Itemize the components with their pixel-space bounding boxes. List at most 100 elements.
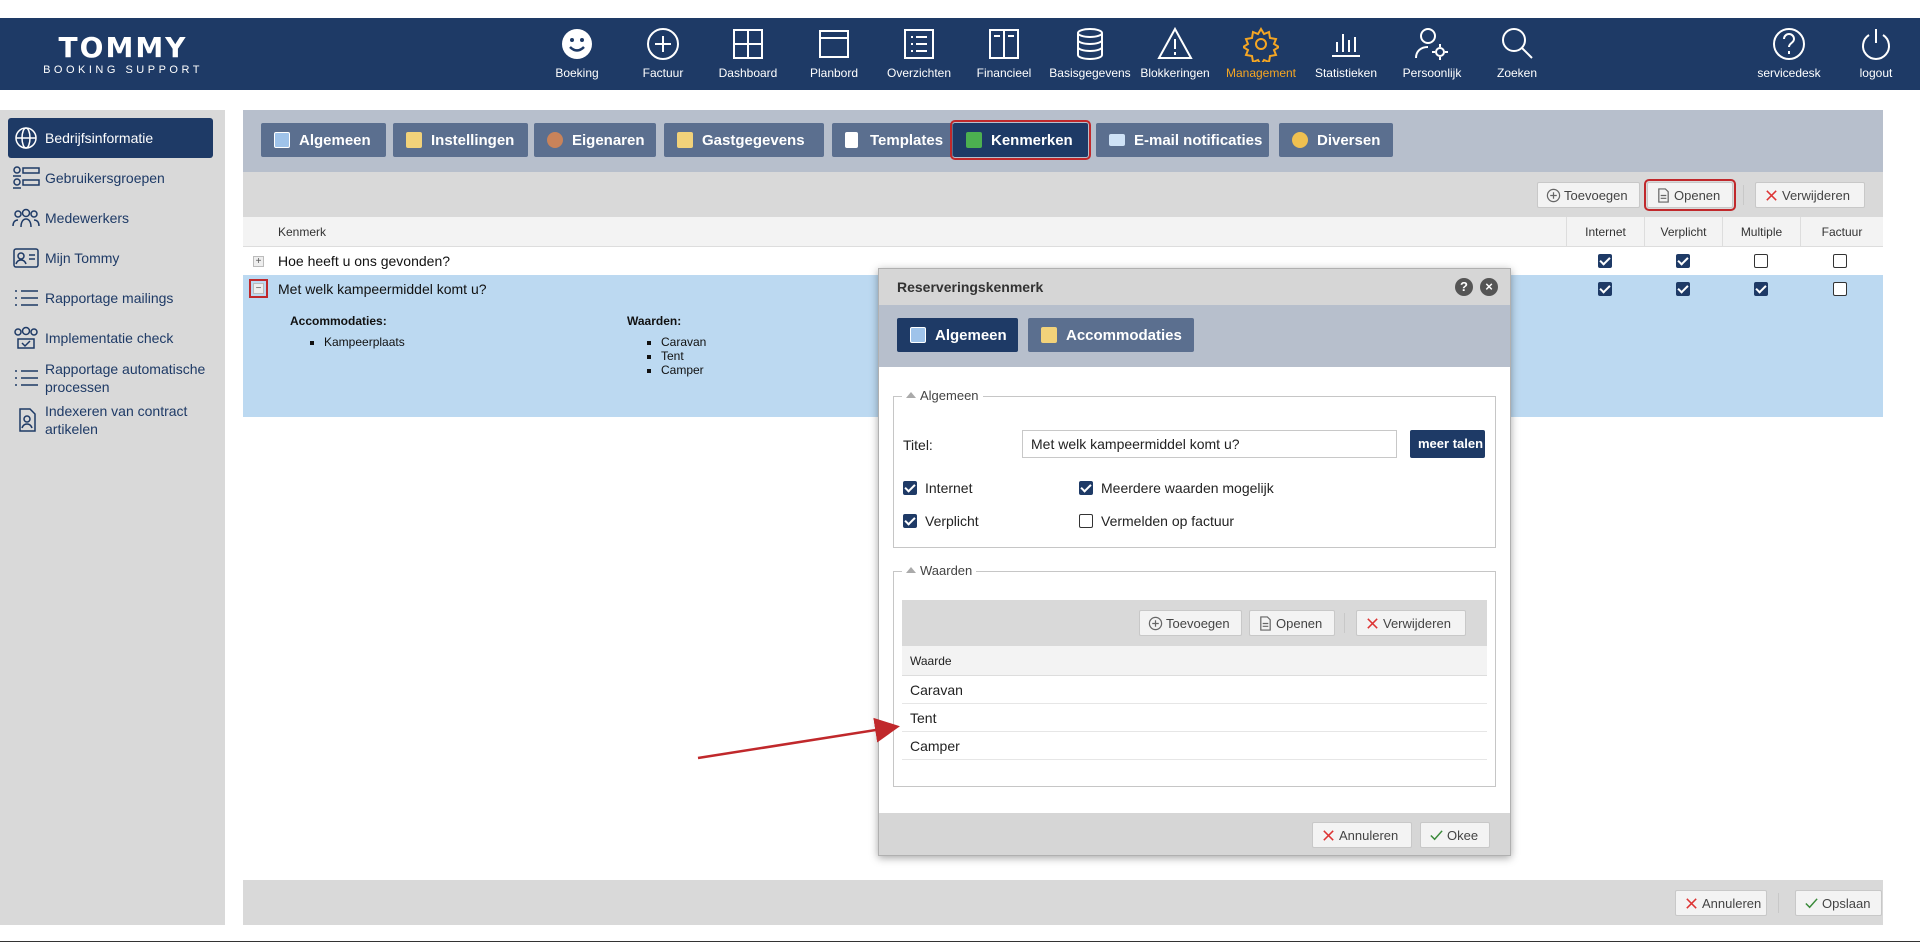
- nav-zoeken[interactable]: Zoeken: [1474, 18, 1560, 90]
- tab-kenmerken[interactable]: Kenmerken: [950, 120, 1091, 160]
- dialog-cancel-button[interactable]: Annuleren: [1312, 822, 1412, 848]
- delete-label: Verwijderen: [1782, 187, 1850, 203]
- values-open-button[interactable]: Openen: [1249, 610, 1335, 636]
- algemeen-legend[interactable]: Algemeen: [902, 388, 983, 403]
- nav-financieel[interactable]: Financieel: [961, 18, 1047, 90]
- waarden-legend[interactable]: Waarden: [902, 563, 977, 578]
- values-delete-button[interactable]: Verwijderen: [1356, 610, 1466, 636]
- column-header-internet[interactable]: Internet: [1566, 217, 1644, 247]
- sidebar-item-label: Rapportage automatische processen: [45, 361, 206, 395]
- sidebar-item-implementatie-check[interactable]: Implementatie check: [8, 318, 213, 358]
- verplicht-checkbox[interactable]: [903, 514, 917, 528]
- nav-label: Financieel: [976, 66, 1032, 80]
- verplicht-checkbox[interactable]: [1676, 282, 1690, 296]
- nav-planbord[interactable]: Planbord: [791, 18, 877, 90]
- open-button[interactable]: Openen: [1644, 179, 1736, 211]
- column-header-factuur[interactable]: Factuur: [1800, 217, 1883, 247]
- nav-label: Management: [1225, 66, 1297, 80]
- internet-label: Internet: [925, 480, 973, 496]
- internet-checkbox[interactable]: [1598, 282, 1612, 296]
- sidebar-item-rapportage-automatische-processen[interactable]: Rapportage automatische processen: [8, 358, 213, 398]
- factuur-checkbox[interactable]: [1833, 282, 1847, 296]
- meerdere-waarden-checkbox[interactable]: [1079, 481, 1093, 495]
- nav-blokkeringen[interactable]: Blokkeringen: [1132, 18, 1218, 90]
- value-row[interactable]: Caravan: [902, 676, 1487, 704]
- logo-tagline: BOOKING SUPPORT: [43, 64, 203, 76]
- board-icon: [819, 30, 849, 58]
- internet-checkbox[interactable]: [903, 481, 917, 495]
- dialog-tab-accommodaties[interactable]: Accommodaties: [1028, 318, 1194, 352]
- tab-diversen[interactable]: Diversen: [1279, 123, 1393, 157]
- tab-label: Accommodaties: [1066, 326, 1182, 344]
- list-icon: [15, 370, 38, 386]
- tab-gastgegevens[interactable]: Gastgegevens: [664, 123, 824, 157]
- sidebar-item-gebruikersgroepen[interactable]: Gebruikersgroepen: [8, 158, 213, 198]
- factuur-checkbox[interactable]: [1833, 254, 1847, 268]
- algemeen-fieldset: Algemeen Titel: meer talen Internet Meer…: [893, 388, 1496, 548]
- dialog-tab-algemeen[interactable]: Algemeen: [897, 318, 1018, 352]
- nav-management[interactable]: Management: [1218, 18, 1304, 90]
- add-button[interactable]: Toevoegen: [1537, 182, 1640, 208]
- tab-instellingen[interactable]: Instellingen: [393, 123, 528, 157]
- grid-icon: [733, 29, 763, 59]
- nav-persoonlijk[interactable]: Persoonlijk: [1389, 18, 1475, 90]
- close-icon[interactable]: ×: [1480, 278, 1498, 296]
- tab-algemeen[interactable]: Algemeen: [261, 123, 386, 157]
- column-header-multiple[interactable]: Multiple: [1722, 217, 1800, 247]
- table-icon: [274, 132, 290, 148]
- value-row[interactable]: Tent: [902, 704, 1487, 732]
- nav-label: Statistieken: [1314, 66, 1378, 80]
- value-row[interactable]: Camper: [902, 732, 1487, 760]
- delete-button[interactable]: Verwijderen: [1755, 182, 1865, 208]
- multiple-checkbox[interactable]: [1754, 282, 1768, 296]
- accommodaties-title: Accommodaties:: [290, 314, 387, 328]
- book-icon: [989, 29, 1019, 59]
- titel-input[interactable]: [1022, 430, 1397, 458]
- nav-overzichten[interactable]: Overzichten: [876, 18, 962, 90]
- meer-talen-button[interactable]: meer talen: [1410, 430, 1485, 458]
- vermelden-factuur-checkbox[interactable]: [1079, 514, 1093, 528]
- okee-button[interactable]: Okee: [1420, 822, 1490, 848]
- sidebar-item-rapportage-mailings[interactable]: Rapportage mailings: [8, 278, 213, 318]
- nav-logout[interactable]: logout: [1833, 18, 1919, 90]
- nav-basisgegevens[interactable]: Basisgegevens: [1047, 18, 1133, 90]
- values-header[interactable]: Waarde: [902, 646, 1487, 676]
- nav-statistieken[interactable]: Statistieken: [1303, 18, 1389, 90]
- help-icon[interactable]: ?: [1455, 278, 1473, 296]
- sidebar-item-mijn-tommy[interactable]: Mijn Tommy: [8, 238, 213, 278]
- sidebar-item-indexeren-contract-artikelen[interactable]: Indexeren van contract artikelen: [8, 400, 213, 440]
- multiple-checkbox[interactable]: [1754, 254, 1768, 268]
- nav-label: Boeking: [555, 66, 599, 80]
- tab-templates[interactable]: Templates: [832, 123, 953, 157]
- nav-label: servicedesk: [1757, 66, 1821, 80]
- values-add-button[interactable]: Toevoegen: [1139, 610, 1242, 636]
- cancel-button[interactable]: Annuleren: [1675, 890, 1767, 916]
- expand-icon[interactable]: +: [253, 256, 264, 267]
- nav-dashboard[interactable]: Dashboard: [705, 18, 791, 90]
- sidebar-item-label: Rapportage mailings: [45, 290, 174, 306]
- column-header-verplicht[interactable]: Verplicht: [1644, 217, 1722, 247]
- save-button[interactable]: Opslaan: [1795, 890, 1882, 916]
- top-navigation-bar: TOMMY BOOKING SUPPORT Boeking Factuur Da…: [0, 18, 1920, 90]
- dialog-titlebar[interactable]: Reserveringskenmerk ? ×: [879, 269, 1510, 305]
- tommy-logo[interactable]: TOMMY BOOKING SUPPORT: [28, 34, 218, 77]
- warning-icon: [1157, 26, 1193, 59]
- tab-email-notificaties[interactable]: E-mail notificaties: [1096, 123, 1269, 157]
- list-icon: [904, 29, 934, 59]
- sidebar-item-medewerkers[interactable]: Medewerkers: [8, 198, 213, 238]
- nav-boeking[interactable]: Boeking: [534, 18, 620, 90]
- nav-servicedesk[interactable]: servicedesk: [1746, 18, 1832, 90]
- plus-circle-icon: [647, 28, 679, 60]
- verplicht-checkbox[interactable]: [1676, 254, 1690, 268]
- column-header-kenmerk[interactable]: Kenmerk: [278, 217, 326, 247]
- nav-label: Factuur: [642, 66, 684, 80]
- check-icon: [1430, 830, 1443, 841]
- sidebar: Bedrijfsinformatie Gebruikersgroepen Med…: [0, 110, 225, 925]
- internet-checkbox[interactable]: [1598, 254, 1612, 268]
- collapse-icon[interactable]: −: [249, 279, 268, 298]
- list-item: Tent: [661, 349, 706, 363]
- nav-factuur[interactable]: Factuur: [620, 18, 706, 90]
- sidebar-item-bedrijfsinformatie[interactable]: Bedrijfsinformatie: [8, 118, 213, 158]
- row-title: Hoe heeft u ons gevonden?: [278, 253, 451, 269]
- tab-eigenaren[interactable]: Eigenaren: [534, 123, 656, 157]
